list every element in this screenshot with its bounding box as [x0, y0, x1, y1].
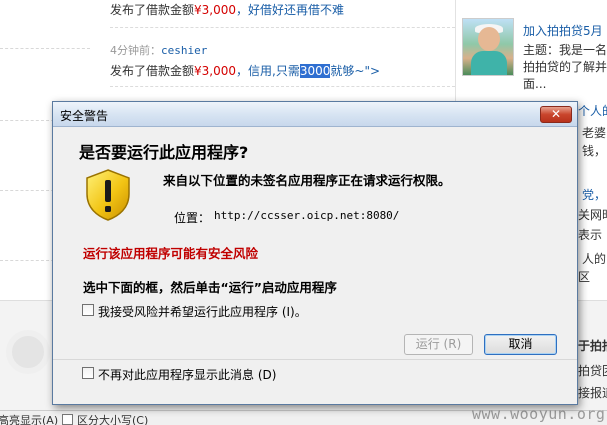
match-case-checkbox[interactable]: [62, 414, 73, 425]
divider: [110, 86, 455, 87]
username-link[interactable]: ceshier: [161, 44, 207, 57]
divider: [110, 27, 455, 28]
instruction-text: 选中下面的框，然后单击“运行”启动应用程序: [83, 280, 337, 295]
match-case-label: 区分大小写(C): [77, 414, 149, 425]
highlight-all-label: 高亮显示(A): [0, 414, 59, 425]
run-button[interactable]: 运行 (R): [404, 334, 473, 355]
logo-circle-icon: [6, 330, 50, 374]
highlight-all-option[interactable]: 高亮显示(A): [0, 412, 58, 425]
divider: [0, 48, 90, 49]
location-label: 位置：: [174, 211, 211, 225]
feed-item-meta: 4分钟前：ceshier: [110, 42, 207, 58]
close-button[interactable]: ✕: [540, 106, 572, 123]
post-title-fragment[interactable]: 个人的: [578, 102, 607, 119]
feed-item: 发布了借款金额¥3,000，好借好还再借不难: [110, 1, 344, 18]
post-title-fragment[interactable]: 党，: [582, 186, 606, 203]
match-case-option[interactable]: 区分大小写(C): [62, 412, 148, 425]
feed-item: 发布了借款金额¥3,000，信用,只需3000就够~">: [110, 62, 380, 79]
loan-amount: ¥3,000: [194, 64, 237, 78]
dialog-divider: [53, 359, 577, 360]
post-text-fragment: 表示: [578, 228, 603, 242]
post-text-fragment: 老婆: [582, 126, 607, 140]
accept-risk-label[interactable]: 我接受风险并希望运行此应用程序 (I)。: [98, 303, 307, 320]
post-text-fragment: 钱，: [582, 144, 607, 158]
dialog-heading: 是否要运行此应用程序?: [79, 143, 249, 162]
loan-amount: ¥3,000: [194, 3, 237, 17]
timestamp: 4分钟前：: [110, 44, 161, 57]
close-icon: ✕: [550, 107, 562, 121]
footer-fragment: 拍贷团: [578, 364, 607, 378]
accept-risk-checkbox[interactable]: [82, 304, 94, 316]
location-url: http://ccsser.oicp.net:8080/: [214, 209, 400, 222]
feed-item-text: 发布了借款金额: [110, 64, 195, 78]
footer-fragment: 接报道: [578, 386, 607, 400]
feed-item-text: 发布了借款金额: [110, 3, 195, 17]
feed-item-link[interactable]: 信用,只需: [248, 64, 300, 78]
footer-fragment: 于拍拍: [578, 339, 607, 353]
dont-show-again-label[interactable]: 不再对此应用程序显示此消息 (D): [98, 366, 276, 383]
search-highlight: 3000: [299, 64, 331, 78]
warning-shield-icon: [86, 169, 130, 221]
user-avatar[interactable]: [462, 18, 514, 76]
post-text-fragment: 区: [578, 270, 591, 284]
dont-show-again-checkbox[interactable]: [82, 367, 94, 379]
cancel-button[interactable]: 取消: [484, 334, 557, 355]
dialog-title: 安全警告: [60, 109, 109, 123]
post-title-link[interactable]: 加入拍拍贷5月: [523, 22, 603, 39]
risk-warning-text: 运行该应用程序可能有安全风险: [83, 246, 259, 261]
dialog-message: 来自以下位置的未签名应用程序正在请求运行权限。: [163, 173, 451, 188]
post-text-fragment: 人的: [582, 252, 607, 266]
feed-item-sep: ，: [236, 64, 249, 78]
post-text-fragment: 关网时: [578, 208, 607, 222]
feed-item-sep: ，: [236, 3, 249, 17]
watermark: www.wooyun.org: [472, 405, 606, 423]
avatar-shirt: [471, 51, 507, 75]
security-warning-dialog: 安全警告 ✕ 是否要运行此应用程序? 来自以下位置的未签名应用程序正在请求运行权…: [52, 101, 578, 405]
feed-item-link[interactable]: 好借好还再借不难: [248, 3, 344, 17]
dialog-titlebar[interactable]: 安全警告 ✕: [53, 102, 577, 127]
avatar-head: [478, 27, 500, 51]
feed-item-link-tail[interactable]: 就够~">: [330, 64, 380, 78]
post-excerpt: 主题：我是一名 拍拍贷的了解并 面...: [523, 43, 607, 91]
